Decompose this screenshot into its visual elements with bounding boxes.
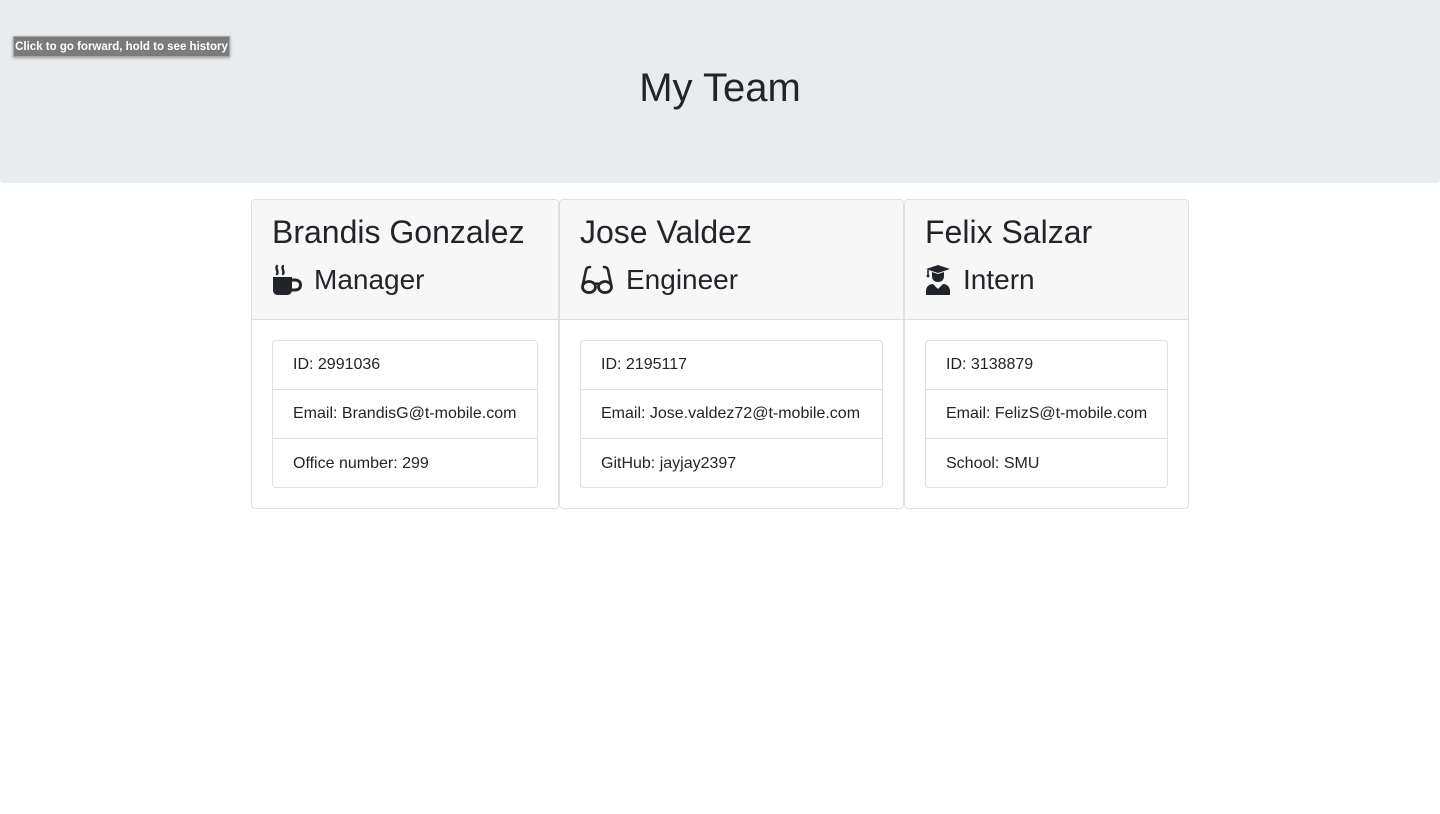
employee-github: GitHub: jayjay2397 — [581, 439, 882, 488]
email-link[interactable]: BrandisG@t-mobile.com — [342, 405, 517, 423]
employee-card-intern: Felix Salzar Intern ID: 3138879 Email: F… — [904, 199, 1189, 509]
card-header: Felix Salzar Intern — [905, 200, 1188, 320]
employee-role: Engineer — [580, 262, 738, 298]
role-label: Manager — [314, 264, 425, 295]
user-graduate-icon — [925, 264, 951, 296]
email-link[interactable]: Jose.valdez72@t-mobile.com — [650, 405, 860, 423]
mug-hot-icon — [272, 264, 302, 296]
employee-name: Felix Salzar — [925, 214, 1093, 250]
github-link[interactable]: jayjay2397 — [660, 455, 737, 473]
card-header: Jose Valdez Engineer — [560, 200, 903, 320]
email-prefix: Email: — [601, 405, 650, 422]
role-label: Intern — [963, 264, 1035, 295]
employee-role: Intern — [925, 262, 1035, 298]
employee-email: Email: FelizS@t-mobile.com — [926, 390, 1167, 439]
employee-info-list: ID: 3138879 Email: FelizS@t-mobile.com S… — [925, 340, 1168, 488]
employee-info-list: ID: 2195117 Email: Jose.valdez72@t-mobil… — [580, 340, 883, 488]
employee-email: Email: Jose.valdez72@t-mobile.com — [581, 390, 882, 439]
email-prefix: Email: — [293, 405, 342, 422]
card-header: Brandis Gonzalez Manager — [252, 200, 558, 320]
employee-school: School: SMU — [946, 454, 1040, 472]
employee-email: Email: BrandisG@t-mobile.com — [273, 390, 537, 439]
glasses-icon — [580, 264, 614, 296]
employee-id: ID: 2991036 — [273, 341, 537, 390]
employee-name: Brandis Gonzalez — [272, 214, 525, 250]
employee-card-engineer: Jose Valdez Engineer ID: 2195117 Email: … — [559, 199, 904, 509]
employee-id: ID: 2195117 — [581, 341, 882, 390]
employee-role: Manager — [272, 262, 425, 298]
email-prefix: Email: — [946, 405, 995, 422]
forward-history-tooltip: Click to go forward, hold to see history — [13, 36, 230, 57]
employee-card-manager: Brandis Gonzalez Manager ID: 2991036 Ema… — [251, 199, 559, 509]
page-title: My Team — [639, 66, 801, 110]
employee-id: ID: 3138879 — [926, 341, 1167, 390]
role-label: Engineer — [626, 264, 739, 295]
github-prefix: GitHub: — [601, 454, 660, 472]
employee-info-list: ID: 2991036 Email: BrandisG@t-mobile.com… — [272, 340, 538, 488]
page-header: My Team — [0, 0, 1440, 183]
email-link[interactable]: FelizS@t-mobile.com — [995, 405, 1147, 423]
employee-office-number: Office number: 299 — [293, 454, 429, 472]
employee-name: Jose Valdez — [580, 214, 752, 250]
